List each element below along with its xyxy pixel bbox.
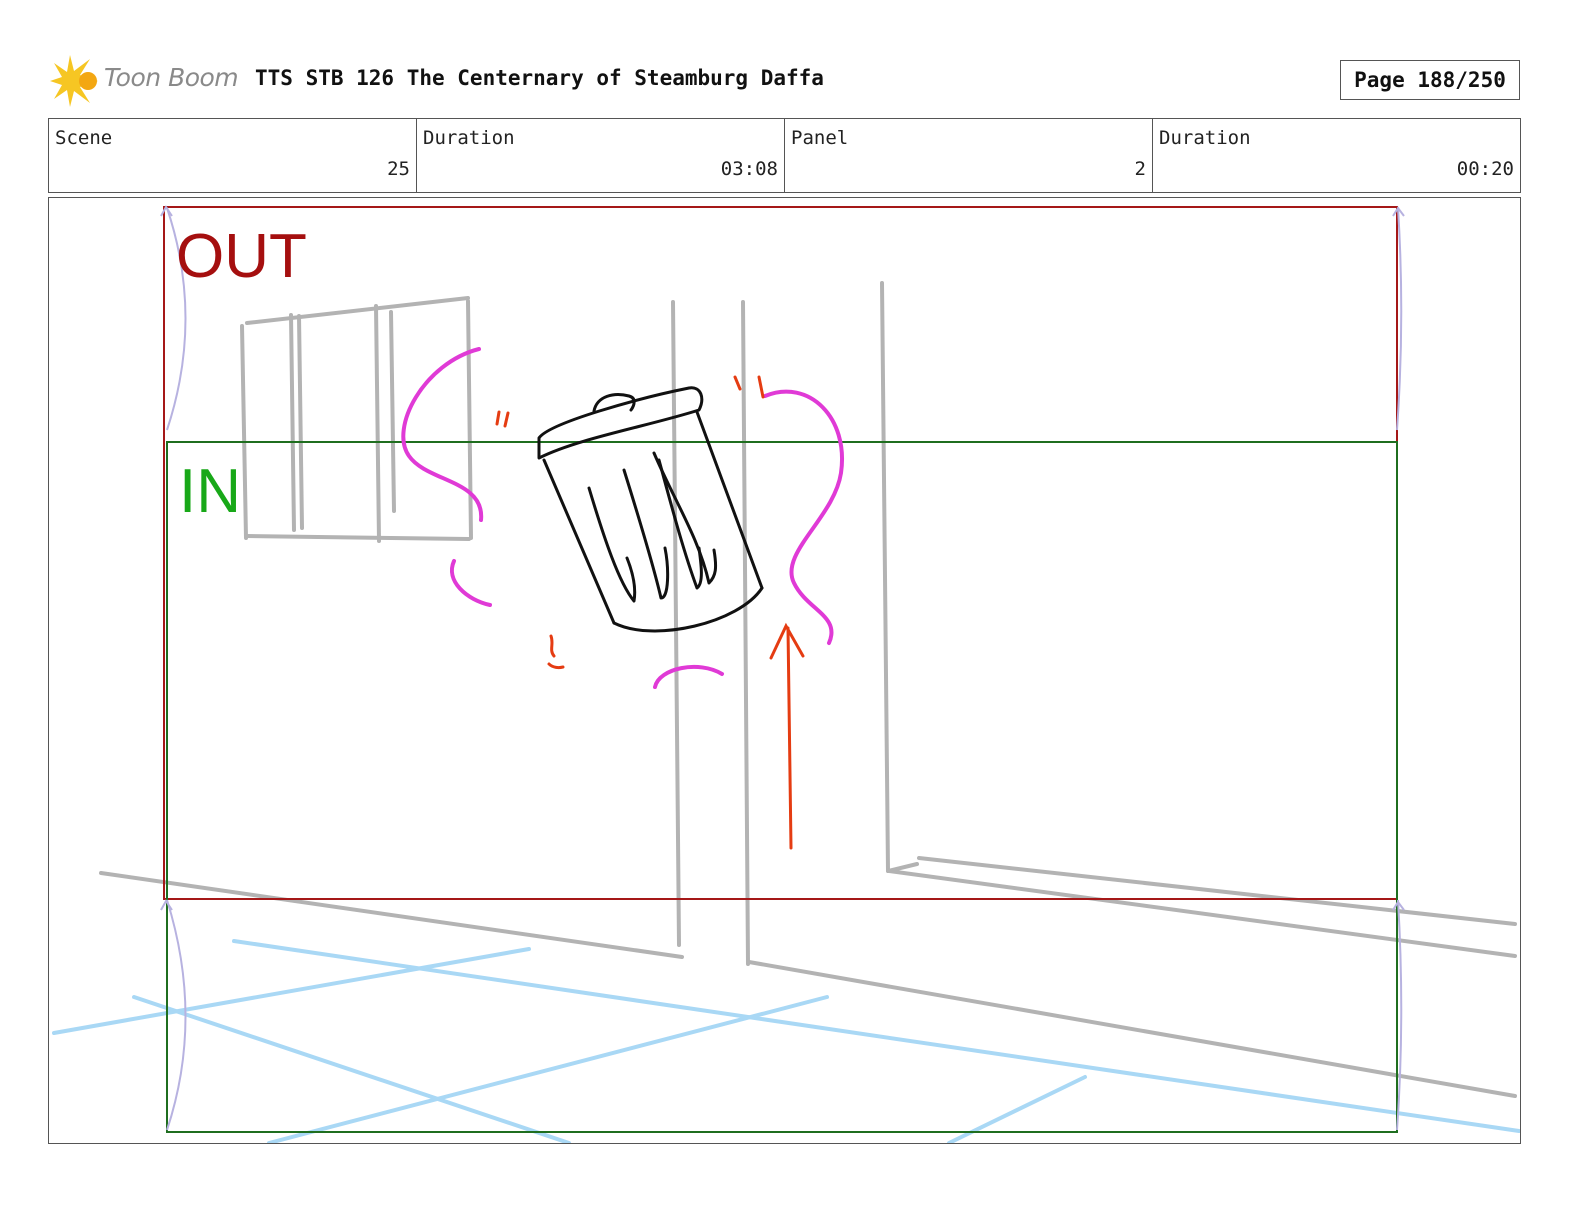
panel-duration-value: 00:20: [1456, 158, 1514, 180]
camera-in-frame: [166, 441, 1398, 1133]
impact-accents: [495, 375, 805, 850]
starburst-icon: [50, 55, 98, 107]
logo-text: Toon Boom: [104, 63, 239, 92]
scene-cell: Scene 25: [49, 119, 417, 192]
panel-cell: Panel 2: [785, 119, 1153, 192]
scene-duration-label: Duration: [423, 127, 515, 149]
panel-duration-label: Duration: [1159, 127, 1251, 149]
background-lines: [99, 281, 1517, 1098]
panel-value: 2: [1134, 158, 1146, 180]
scene-duration-cell: Duration 03:08: [417, 119, 785, 192]
floor-guides: [52, 939, 1520, 1143]
scene-label: Scene: [55, 127, 113, 149]
toon-boom-logo: Toon Boom: [50, 55, 240, 107]
camera-in-label: IN: [179, 457, 241, 526]
panel-duration-cell: Duration 00:20: [1153, 119, 1520, 192]
scene-duration-value: 03:08: [720, 158, 778, 180]
panel-label: Panel: [791, 127, 849, 149]
info-row: Scene 25 Duration 03:08 Panel 2 Duration…: [48, 118, 1521, 193]
panel-drawing: [52, 205, 1520, 1143]
storyboard-panel: OUT IN: [48, 197, 1521, 1144]
camera-move-guides: [160, 205, 1405, 1131]
document-title: TTS STB 126 The Centernary of Steamburg …: [255, 66, 824, 90]
camera-out-label: OUT: [176, 222, 307, 291]
scene-value: 25: [387, 158, 410, 180]
trash-can-icon: [537, 386, 764, 633]
page-indicator: Page 188/250: [1340, 60, 1520, 100]
